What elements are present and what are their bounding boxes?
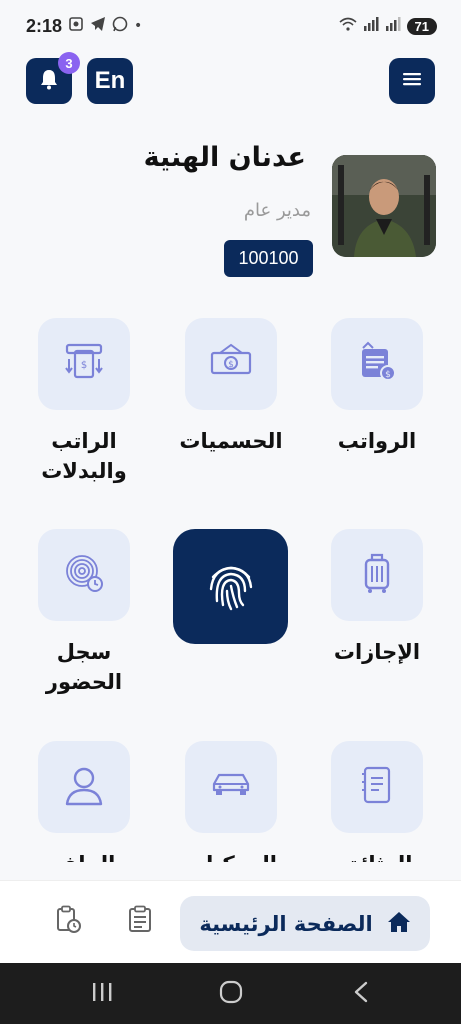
tile-vehicles[interactable]: المركبات [185, 741, 277, 862]
fingerprint-icon [203, 557, 259, 617]
tile-salary-allowances-box[interactable]: $ [38, 318, 130, 410]
screenshot-icon [68, 16, 84, 36]
tile-documents[interactable]: الوثائق [331, 741, 423, 862]
atm-cash-icon: $ [61, 339, 107, 389]
clipboard-clock-icon [55, 905, 81, 937]
nav-attendance-history[interactable] [53, 905, 83, 937]
svg-text:$: $ [228, 360, 234, 370]
telegram-icon [90, 16, 106, 36]
tile-salary-allowances[interactable]: $ الراتب والبدلات [38, 318, 130, 483]
clipboard-list-icon [128, 905, 152, 937]
fingerprint-checkin-button[interactable] [173, 529, 288, 644]
tile-documents-label: الوثائق [312, 849, 442, 862]
tile-salaries[interactable]: $ الرواتب [331, 318, 423, 453]
notification-badge: 3 [58, 52, 80, 74]
status-bar: 2:18 • 71 [0, 0, 461, 52]
language-toggle-button[interactable]: En [87, 58, 133, 104]
dot-icon: • [134, 18, 143, 34]
nav-requests[interactable] [125, 905, 155, 937]
fingerprint-clock-icon [61, 550, 107, 600]
tile-deductions-label: الحسميات [179, 429, 283, 453]
status-time: 2:18 [26, 15, 63, 36]
services-grid: $ الرواتب $ الحسميات $ الراتب والبدلات ا… [0, 300, 461, 862]
notifications-button[interactable]: 3 [26, 52, 80, 104]
tile-profile[interactable]: الملف [38, 741, 130, 862]
bottom-nav: الصفحة الرئيسية [0, 880, 461, 963]
tile-vehicles-box[interactable] [185, 741, 277, 833]
employee-id-badge: 100100 [224, 240, 313, 277]
tile-profile-label: الملف [19, 849, 149, 862]
tile-vacations[interactable]: الإجازات [331, 529, 423, 664]
menu-button[interactable] [389, 58, 435, 104]
profile-name: عدنان الهنية [143, 142, 306, 173]
tile-vacations-label: الإجازات [333, 640, 421, 664]
signal-icon [363, 17, 379, 35]
nav-home-label: الصفحة الرئيسية [199, 911, 373, 936]
system-nav-bar [0, 963, 461, 1024]
nav-home-button[interactable]: الصفحة الرئيسية [180, 896, 430, 951]
tile-salary-allowances-label: الراتب والبدلات [41, 429, 127, 483]
tile-attendance-log-box[interactable] [38, 529, 130, 621]
recents-icon [91, 982, 113, 1006]
svg-text:$: $ [81, 360, 87, 371]
tile-deductions[interactable]: $ الحسميات [179, 318, 283, 453]
tile-profile-box[interactable] [38, 741, 130, 833]
signal-icon-2 [385, 17, 401, 35]
tile-vacations-box[interactable] [331, 529, 423, 621]
svg-text:$: $ [385, 370, 391, 380]
salary-doc-icon: $ [354, 339, 400, 389]
home-system-button[interactable] [216, 980, 246, 1008]
tile-salaries-box[interactable]: $ [331, 318, 423, 410]
whatsapp-icon [112, 16, 128, 36]
document-icon [354, 762, 400, 812]
status-left: 2:18 • [26, 16, 142, 37]
recents-button[interactable] [87, 981, 117, 1007]
tile-documents-box[interactable] [331, 741, 423, 833]
bell-icon [39, 68, 59, 94]
status-right: 71 [339, 17, 437, 35]
tile-deductions-box[interactable]: $ [185, 318, 277, 410]
home-icon [387, 911, 411, 937]
tile-vehicles-label: المركبات [166, 849, 296, 862]
back-button[interactable] [346, 981, 376, 1007]
tile-attendance-log[interactable]: سجل الحضور [38, 529, 130, 694]
hamburger-icon [402, 71, 422, 91]
car-icon [208, 762, 254, 812]
cash-icon: $ [208, 339, 254, 389]
tile-salaries-label: الرواتب [337, 429, 417, 453]
chevron-left-icon [353, 981, 369, 1007]
user-icon [61, 762, 107, 812]
wifi-icon [339, 17, 357, 35]
home-circle-icon [219, 980, 243, 1008]
profile-title: مدير عام [243, 200, 311, 221]
luggage-icon [354, 550, 400, 600]
avatar[interactable] [332, 155, 436, 257]
tile-attendance-log-label: سجل الحضور [45, 640, 123, 694]
battery-indicator: 71 [406, 17, 437, 35]
